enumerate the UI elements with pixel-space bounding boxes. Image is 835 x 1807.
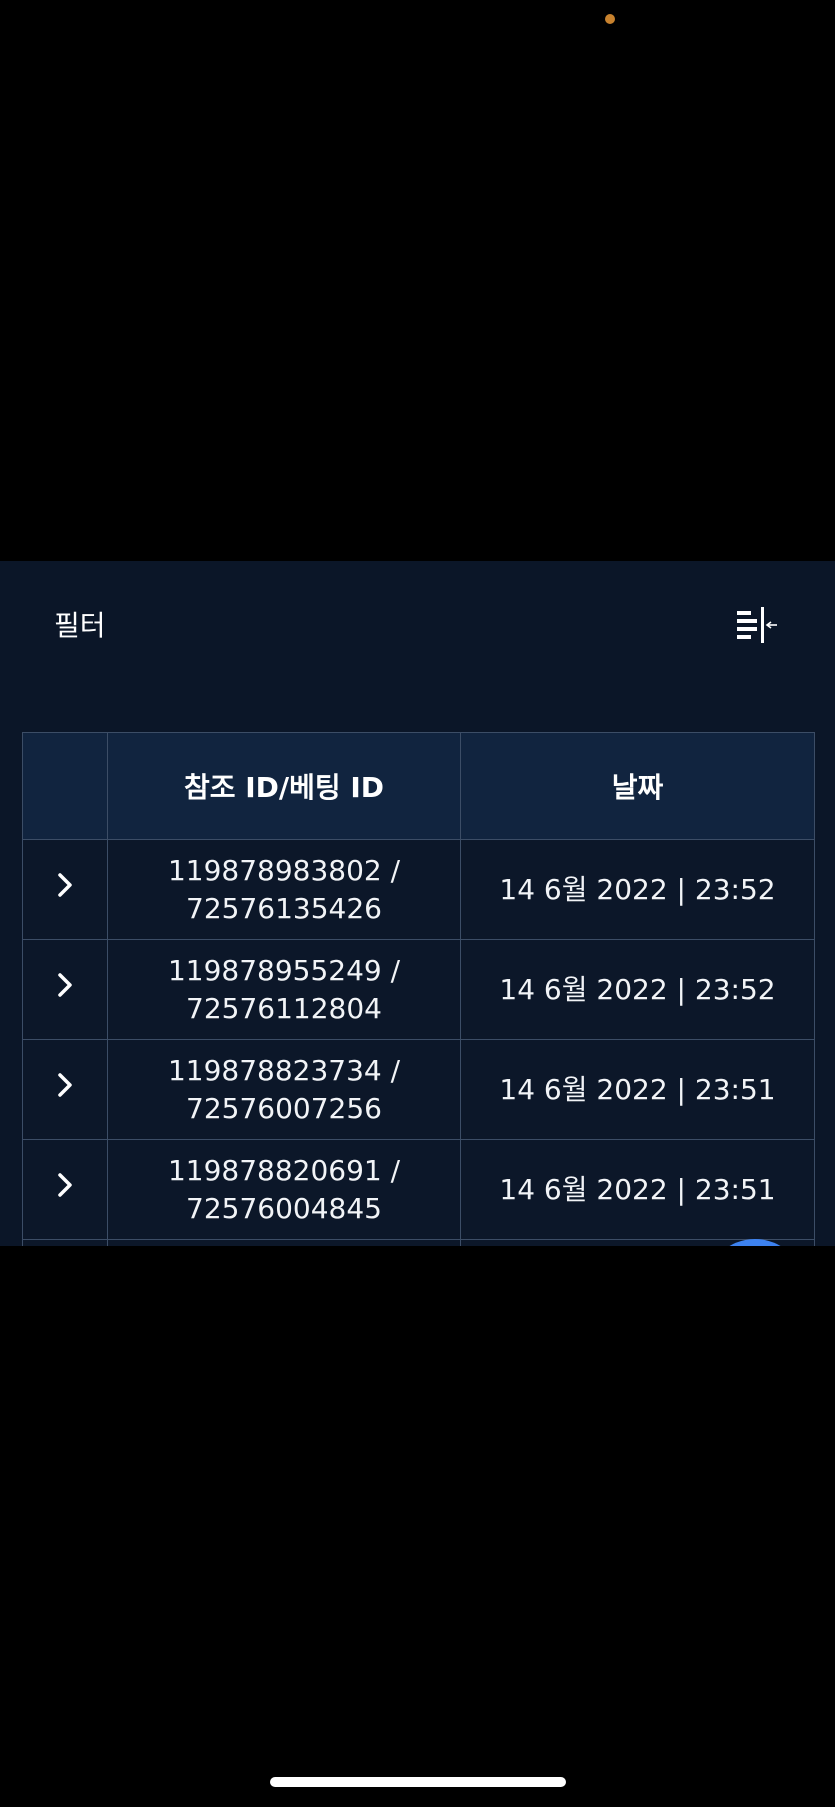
reference-id: 119878820691 / — [167, 1153, 401, 1187]
date-cell: 14 6월 2022 | 23:51 — [460, 1139, 815, 1240]
table-row[interactable]: 119878820691 / 72576004845 14 6월 2022 | … — [22, 1139, 815, 1240]
chevron-right-icon — [58, 872, 72, 897]
filter-panel-toggle-icon — [737, 607, 777, 643]
status-indicator-dot — [605, 14, 615, 24]
column-header-reference-bet-id: 참조 ID/베팅 ID — [107, 732, 461, 840]
reference-bet-id-cell — [107, 1239, 461, 1246]
bet-history-table: 참조 ID/베팅 ID 날짜 119878983802 / 7257613542… — [22, 732, 815, 1246]
bet-history-table-container: 참조 ID/베팅 ID 날짜 119878983802 / 7257613542… — [22, 732, 815, 1246]
filter-panel-toggle-button[interactable] — [733, 605, 781, 649]
chevron-right-icon — [58, 972, 72, 997]
expand-cell[interactable] — [22, 1139, 108, 1240]
column-header-date: 날짜 — [460, 732, 815, 840]
expand-row-button[interactable] — [50, 870, 80, 900]
table-row[interactable]: 119878823734 / 72576007256 14 6월 2022 | … — [22, 1039, 815, 1140]
table-row[interactable]: 119878983802 / 72576135426 14 6월 2022 | … — [22, 839, 815, 940]
table-row[interactable] — [22, 1239, 815, 1246]
expand-row-button[interactable] — [50, 970, 80, 1000]
reference-id: 119878823734 / — [167, 1053, 401, 1087]
expand-row-button[interactable] — [50, 1070, 80, 1100]
chevron-right-icon — [58, 1072, 72, 1097]
date-cell: 14 6월 2022 | 23:52 — [460, 939, 815, 1040]
reference-id: 119878983802 / — [167, 853, 401, 887]
bet-id: 72576112804 — [186, 991, 382, 1025]
expand-row-button[interactable] — [50, 1170, 80, 1200]
home-indicator[interactable] — [270, 1777, 566, 1787]
reference-bet-id-cell: 119878823734 / 72576007256 — [107, 1039, 461, 1140]
expand-cell[interactable] — [22, 839, 108, 940]
bet-id: 72576007256 — [186, 1091, 382, 1125]
reference-bet-id-cell: 119878983802 / 72576135426 — [107, 839, 461, 940]
bet-history-panel: 필터 참조 ID/베팅 ID 날짜 119878983802 / 7257613… — [0, 561, 835, 1246]
table-header-row: 참조 ID/베팅 ID 날짜 — [22, 732, 815, 840]
filter-label: 필터 — [54, 609, 106, 642]
reference-bet-id-cell: 119878820691 / 72576004845 — [107, 1139, 461, 1240]
expand-cell[interactable] — [22, 939, 108, 1040]
chevron-right-icon — [58, 1172, 72, 1197]
reference-id: 119878955249 / — [167, 953, 401, 987]
expand-cell[interactable] — [22, 1239, 108, 1246]
date-cell: 14 6월 2022 | 23:51 — [460, 1039, 815, 1140]
bet-id: 72576135426 — [186, 891, 382, 925]
bet-id: 72576004845 — [186, 1191, 382, 1225]
reference-bet-id-cell: 119878955249 / 72576112804 — [107, 939, 461, 1040]
column-header-expand — [22, 732, 108, 840]
expand-cell[interactable] — [22, 1039, 108, 1140]
date-cell: 14 6월 2022 | 23:52 — [460, 839, 815, 940]
table-row[interactable]: 119878955249 / 72576112804 14 6월 2022 | … — [22, 939, 815, 1040]
